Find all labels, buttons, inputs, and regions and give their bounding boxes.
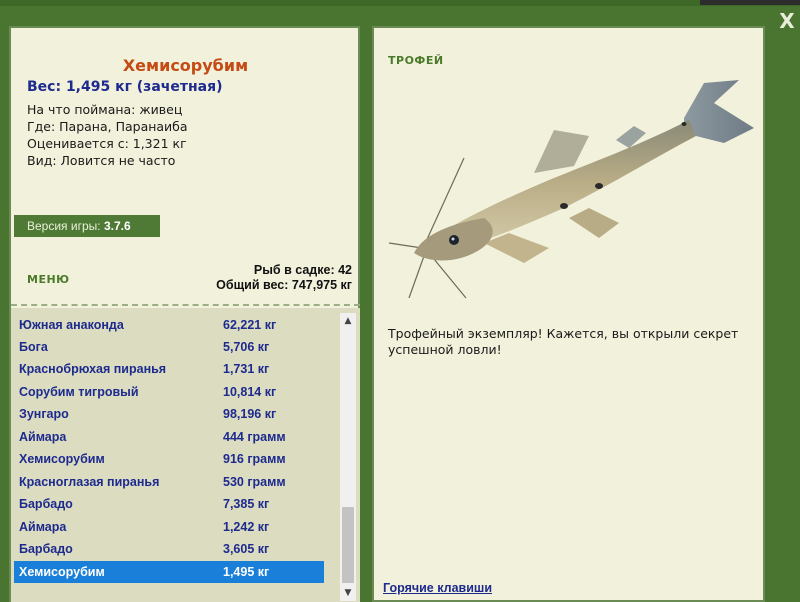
version-label: Версия игры: [27,219,101,233]
location-info: Где: Парана, Паранаиба [27,119,188,134]
list-item[interactable]: Бога 5,706 кг [14,336,324,358]
list-item-weight: 62,221 кг [223,318,277,332]
catfish-image [388,80,754,299]
list-item-weight: 530 грамм [223,475,286,489]
list-item[interactable]: Хемисорубим 916 грамм [14,448,324,470]
list-item-name: Хемисорубим [19,565,105,579]
game-version: Версия игры: 3.7.6 [14,215,160,237]
list-item-name: Краснобрюхая пиранья [19,362,167,376]
list-item-name: Бога [19,340,48,354]
list-item-weight: 1,731 кг [223,362,270,376]
list-item-weight: 1,242 кг [223,520,270,534]
rating-info: Оценивается с: 1,321 кг [27,136,187,151]
list-item-weight: 444 грамм [223,430,286,444]
list-scrollbar[interactable]: ▲ ▼ [340,313,356,601]
version-value: 3.7.6 [103,219,131,233]
scroll-up-icon[interactable]: ▲ [340,313,356,329]
top-bar-dark [700,0,800,5]
list-item-name: Барбадо [19,497,73,511]
list-item-name: Аймара [19,520,67,534]
menu-button[interactable]: МЕНЮ [27,273,70,286]
catch-list: Южная анаконда 62,221 кг Бога 5,706 кг К… [11,308,360,602]
list-item-name: Аймара [19,430,67,444]
list-item-weight: 3,605 кг [223,542,270,556]
list-item[interactable]: Сорубим тигровый 10,814 кг [14,381,324,403]
list-item-weight: 7,385 кг [223,497,270,511]
hotkeys-link[interactable]: Горячие клавиши [383,581,492,595]
list-item-weight: 10,814 кг [223,385,277,399]
fish-info-panel: Хемисорубим Вес: 1,495 кг (зачетная) На … [9,26,360,602]
list-item-weight: 98,196 кг [223,407,277,421]
list-item-selected[interactable]: Хемисорубим 1,495 кг [14,561,324,583]
top-bar [0,0,800,6]
trophy-text: Трофейный экземпляр! Кажется, вы открыли… [388,326,739,357]
list-item-weight: 5,706 кг [223,340,270,354]
scroll-down-icon[interactable]: ▼ [340,585,356,601]
list-item[interactable]: Зунгаро 98,196 кг [14,403,324,425]
catch-stats: Рыб в садке: 42 Общий вес: 747,975 кг [216,263,352,293]
bait-info: На что поймана: живец [27,102,183,117]
list-item-name: Хемисорубим [19,452,105,466]
total-weight: Общий вес: 747,975 кг [216,278,352,292]
close-button[interactable]: X [776,10,798,32]
fish-count: Рыб в садке: 42 [253,263,352,277]
divider [11,304,360,306]
list-item-name: Южная анаконда [19,318,124,332]
trophy-panel: ТРОФЕЙ Трофейный экземпляр! Кажется, вы … [372,26,765,602]
list-item[interactable]: Южная анаконда 62,221 кг [14,314,324,336]
list-item-name: Сорубим тигровый [19,385,139,399]
species-info: Вид: Ловится не часто [27,153,176,168]
list-item-weight: 916 грамм [223,452,286,466]
fish-title: Хемисорубим [122,56,249,75]
list-item[interactable]: Красноглазая пиранья 530 грамм [14,471,324,493]
list-item[interactable]: Барбадо 7,385 кг [14,493,324,515]
list-item-name: Барбадо [19,542,73,556]
list-item-weight: 1,495 кг [223,565,270,579]
list-item[interactable]: Аймара 1,242 кг [14,516,324,538]
list-item[interactable]: Барбадо 3,605 кг [14,538,324,560]
fish-weight: Вес: 1,495 кг (зачетная) [27,79,223,95]
list-item-name: Красноглазая пиранья [19,475,160,489]
list-item[interactable]: Аймара 444 грамм [14,426,324,448]
scroll-thumb[interactable] [342,507,354,583]
list-item[interactable]: Краснобрюхая пиранья 1,731 кг [14,358,324,380]
list-item-name: Зунгаро [19,407,69,421]
